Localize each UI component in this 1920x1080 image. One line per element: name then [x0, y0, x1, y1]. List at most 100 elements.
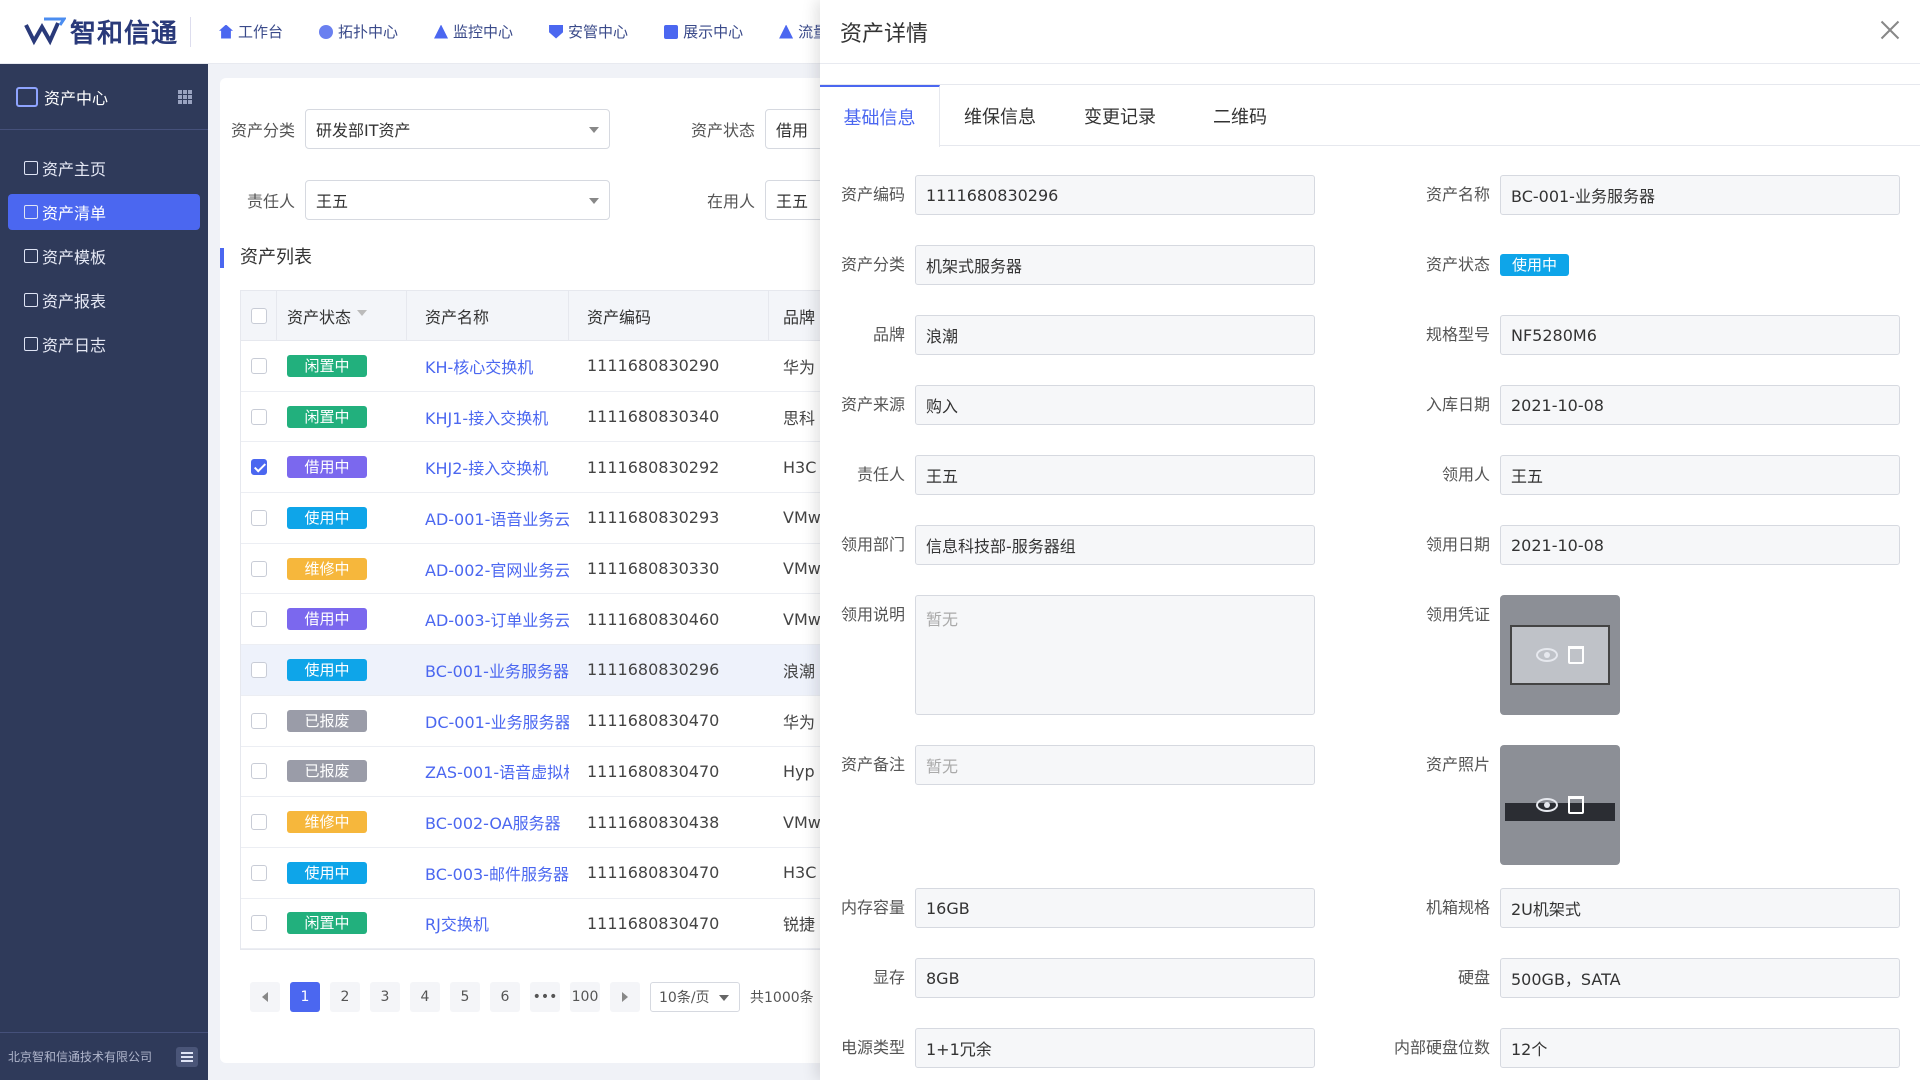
status-badge: 维修中 — [287, 557, 367, 580]
disk-input[interactable]: 500GB，SATA — [1500, 958, 1900, 998]
asset-name-link[interactable]: KHJ1-接入交换机 — [407, 405, 569, 429]
asset-code: 1111680830460 — [587, 609, 720, 629]
asset-name-link[interactable]: AD-001-语音业务云 — [407, 506, 569, 530]
table-row[interactable]: 借用中 AD-003-订单业务云 1111680830460 VMw — [241, 594, 919, 646]
page-6[interactable]: 6 — [490, 982, 520, 1012]
monitor-icon — [434, 24, 449, 39]
tab-change-log[interactable]: 变更记录 — [1060, 85, 1180, 147]
table-row[interactable]: 已报废 DC-001-业务服务器 1111680830470 华为 — [241, 696, 919, 747]
eye-icon[interactable] — [1536, 798, 1558, 812]
table-row[interactable]: 维修中 BC-002-OA服务器 1111680830438 VMw — [241, 797, 919, 848]
page-3[interactable]: 3 — [370, 982, 400, 1012]
sidebar-item-home[interactable]: 资产主页 — [8, 150, 200, 186]
page-ellipsis[interactable]: ••• — [530, 982, 560, 1012]
nav-display[interactable]: 展示中心 — [646, 0, 761, 64]
asset-name-link[interactable]: KHJ2-接入交换机 — [407, 455, 569, 479]
eye-icon[interactable] — [1536, 648, 1558, 662]
prev-page-button[interactable] — [250, 982, 280, 1012]
trash-icon[interactable] — [1568, 646, 1584, 664]
nav-security[interactable]: 安管中心 — [531, 0, 646, 64]
owner-input[interactable]: 王五 — [915, 455, 1315, 495]
page-size-select[interactable]: 10条/页 — [650, 982, 740, 1012]
power-input[interactable]: 1+1冗余 — [915, 1028, 1315, 1068]
table-row[interactable]: 闲置中 KH-核心交换机 1111680830290 华为 — [241, 341, 919, 392]
logo[interactable]: 智和信通 — [0, 0, 190, 64]
topology-icon — [319, 24, 334, 39]
row-checkbox[interactable] — [251, 712, 267, 729]
collapse-icon[interactable] — [176, 1046, 198, 1067]
row-checkbox[interactable] — [251, 560, 267, 577]
model-input[interactable]: NF5280M6 — [1500, 315, 1900, 355]
tab-maintenance[interactable]: 维保信息 — [940, 85, 1060, 147]
asset-name-link[interactable]: BC-003-邮件服务器 — [407, 861, 569, 885]
sidebar-item-log[interactable]: 资产日志 — [8, 326, 200, 362]
photo-thumbnail[interactable] — [1500, 745, 1620, 865]
name-input[interactable]: BC-001-业务服务器 — [1500, 175, 1900, 215]
sidebar-item-report[interactable]: 资产报表 — [8, 282, 200, 318]
row-checkbox[interactable] — [251, 864, 267, 881]
table-row[interactable]: 使用中 AD-001-语音业务云 1111680830293 VMw — [241, 493, 919, 544]
bays-input[interactable]: 12个 — [1500, 1028, 1900, 1068]
asset-name-link[interactable]: DC-001-业务服务器 — [407, 709, 569, 733]
asset-name-link[interactable]: BC-001-业务服务器 — [407, 658, 569, 682]
recv-date-input[interactable]: 2021-10-08 — [1500, 525, 1900, 565]
chevron-down-icon — [719, 995, 729, 1001]
table-row[interactable]: 闲置中 KHJ1-接入交换机 1111680830340 思科 — [241, 392, 919, 443]
in-date-input[interactable]: 2021-10-08 — [1500, 385, 1900, 425]
chassis-input[interactable]: 2U机架式 — [1500, 888, 1900, 928]
tab-basic-info[interactable]: 基础信息 — [820, 85, 940, 147]
category-input[interactable]: 机架式服务器 — [915, 245, 1315, 285]
receiver-input[interactable]: 王五 — [1500, 455, 1900, 495]
code-input[interactable]: 1111680830296 — [915, 175, 1315, 215]
owner-select[interactable]: 王五 — [305, 180, 610, 220]
asset-name-link[interactable]: KH-核心交换机 — [407, 354, 569, 378]
app-grid-icon[interactable] — [178, 89, 192, 104]
table-row[interactable]: 使用中 BC-003-邮件服务器 1111680830470 H3C — [241, 848, 919, 899]
tab-qrcode[interactable]: 二维码 — [1180, 85, 1300, 147]
close-icon[interactable] — [1880, 20, 1900, 40]
nav-monitor[interactable]: 监控中心 — [416, 0, 531, 64]
memory-input[interactable]: 16GB — [915, 888, 1315, 928]
source-input[interactable]: 购入 — [915, 385, 1315, 425]
vram-input[interactable]: 8GB — [915, 958, 1315, 998]
table-row[interactable]: 借用中 KHJ2-接入交换机 1111680830292 H3C — [241, 442, 919, 494]
sidebar-item-list[interactable]: 资产清单 — [8, 194, 200, 230]
row-checkbox[interactable] — [251, 915, 267, 932]
asset-name-link[interactable]: AD-003-订单业务云 — [407, 607, 569, 631]
row-checkbox[interactable] — [251, 408, 267, 425]
filter-icon[interactable] — [357, 309, 368, 322]
sidebar-item-template[interactable]: 资产模板 — [8, 238, 200, 274]
dept-input[interactable]: 信息科技部-服务器组 — [915, 525, 1315, 565]
table-row[interactable]: 使用中 BC-001-业务服务器 1111680830296 浪潮 — [241, 645, 919, 696]
page-1[interactable]: 1 — [290, 982, 320, 1012]
row-checkbox[interactable] — [251, 509, 267, 526]
col-status[interactable]: 资产状态 — [277, 290, 407, 341]
page-5[interactable]: 5 — [450, 982, 480, 1012]
row-checkbox[interactable] — [251, 459, 267, 476]
next-page-button[interactable] — [610, 982, 640, 1012]
asset-name-link[interactable]: BC-002-OA服务器 — [407, 810, 569, 834]
page-100[interactable]: 100 — [570, 982, 600, 1012]
asset-name-link[interactable]: ZAS-001-语音虚拟机 — [407, 759, 569, 783]
remark-input[interactable]: 暂无 — [915, 745, 1315, 785]
recv-note-textarea[interactable]: 暂无 — [915, 595, 1315, 715]
row-checkbox[interactable] — [251, 357, 267, 374]
nav-workbench[interactable]: 工作台 — [201, 0, 301, 64]
table-row[interactable]: 维修中 AD-002-官网业务云 1111680830330 VMw — [241, 544, 919, 595]
select-all-checkbox[interactable] — [250, 307, 267, 324]
trash-icon[interactable] — [1568, 796, 1584, 814]
voucher-thumbnail[interactable] — [1500, 595, 1620, 715]
page-2[interactable]: 2 — [330, 982, 360, 1012]
nav-topology[interactable]: 拓扑中心 — [301, 0, 416, 64]
page-4[interactable]: 4 — [410, 982, 440, 1012]
table-row[interactable]: 闲置中 RJ交换机 1111680830470 锐捷 — [241, 899, 919, 950]
brand-input[interactable]: 浪潮 — [915, 315, 1315, 355]
category-select[interactable]: 研发部IT资产 — [305, 109, 610, 149]
row-checkbox[interactable] — [251, 611, 267, 628]
row-checkbox[interactable] — [251, 661, 267, 678]
asset-name-link[interactable]: AD-002-官网业务云 — [407, 557, 569, 581]
table-row[interactable]: 已报废 ZAS-001-语音虚拟机 1111680830470 Hyp — [241, 747, 919, 798]
row-checkbox[interactable] — [251, 763, 267, 780]
row-checkbox[interactable] — [251, 814, 267, 831]
asset-name-link[interactable]: RJ交换机 — [407, 911, 569, 935]
